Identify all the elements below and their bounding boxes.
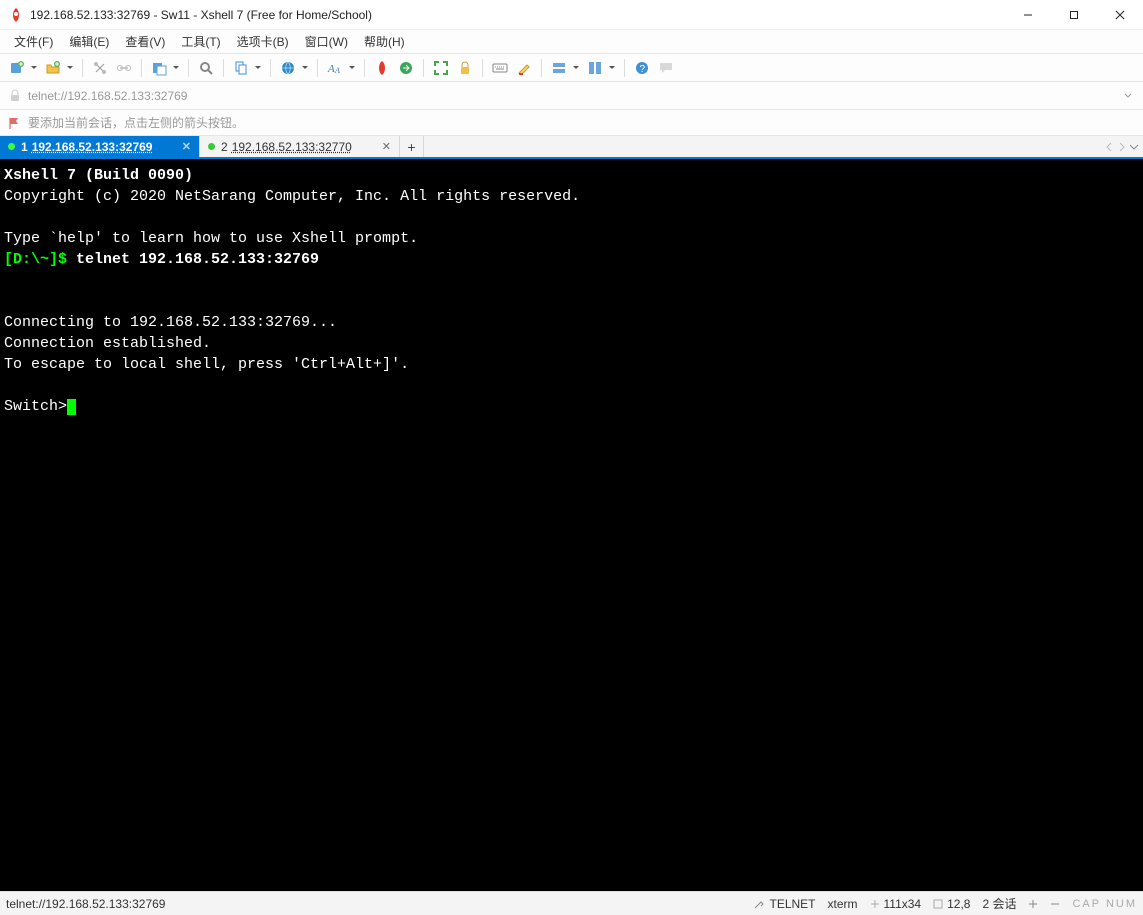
tab-index: 2 (221, 140, 228, 154)
toolbar-separator (141, 59, 142, 77)
toolbar-separator (223, 59, 224, 77)
font-button[interactable]: AA (324, 57, 346, 79)
font-dropdown[interactable] (348, 65, 356, 71)
highlight-button[interactable] (513, 57, 535, 79)
status-size: 111x34 (870, 897, 922, 911)
session-tab-2[interactable]: 2 192.168.52.133:32770 ✕ (200, 136, 400, 157)
close-button[interactable] (1097, 0, 1143, 30)
window-title: 192.168.52.133:32769 - Sw11 - Xshell 7 (… (30, 8, 372, 22)
menu-help[interactable]: 帮助(H) (356, 30, 413, 53)
chat-button[interactable] (655, 57, 677, 79)
minimize-button[interactable] (1005, 0, 1051, 30)
minus-icon (1050, 899, 1060, 909)
svg-text:?: ? (640, 64, 646, 75)
tab-close-button[interactable]: ✕ (182, 140, 191, 153)
toolbar-separator (624, 59, 625, 77)
status-bar: telnet://192.168.52.133:32769 TELNET xte… (0, 891, 1143, 915)
split-vertical-button[interactable] (584, 57, 606, 79)
toolbar-separator (482, 59, 483, 77)
status-dot-icon (8, 143, 15, 150)
toolbar: AA ? (0, 54, 1143, 82)
fullscreen-button[interactable] (430, 57, 452, 79)
hint-bar: 要添加当前会话，点击左侧的箭头按钮。 (0, 110, 1143, 136)
toolbar-separator (82, 59, 83, 77)
status-cursor-pos: 12,8 (933, 897, 970, 911)
size-icon (870, 899, 880, 909)
menu-bar: 文件(F) 编辑(E) 查看(V) 工具(T) 选项卡(B) 窗口(W) 帮助(… (0, 30, 1143, 54)
address-bar[interactable]: telnet://192.168.52.133:32769 (0, 82, 1143, 110)
open-folder-button[interactable] (42, 57, 64, 79)
open-folder-dropdown[interactable] (66, 65, 74, 71)
status-url: telnet://192.168.52.133:32769 (6, 897, 165, 911)
menu-file[interactable]: 文件(F) (6, 30, 61, 53)
cursor-pos-icon (933, 899, 943, 909)
status-dot-icon (208, 143, 215, 150)
flag-icon (8, 116, 22, 130)
properties-dropdown[interactable] (172, 65, 180, 71)
address-dropdown-icon[interactable] (1121, 92, 1135, 100)
tab-label: 192.168.52.133:32770 (232, 140, 352, 154)
find-button[interactable] (195, 57, 217, 79)
split-v-dropdown[interactable] (608, 65, 616, 71)
tab-label: 192.168.52.133:32769 (32, 140, 153, 154)
tab-menu-button[interactable] (1129, 142, 1139, 152)
split-horizontal-button[interactable] (548, 57, 570, 79)
copy-dropdown[interactable] (254, 65, 262, 71)
toolbar-separator (317, 59, 318, 77)
tab-next-button[interactable] (1117, 142, 1127, 152)
disconnect-button[interactable] (113, 57, 135, 79)
plus-icon (1028, 899, 1038, 909)
app-icon (8, 7, 24, 23)
toolbar-separator (270, 59, 271, 77)
status-sessions: 2 会话 (982, 895, 1016, 912)
session-tab-1[interactable]: 1 192.168.52.133:32769 ✕ (0, 136, 200, 157)
menu-view[interactable]: 查看(V) (117, 30, 173, 53)
tab-strip: 1 192.168.52.133:32769 ✕ 2 192.168.52.13… (0, 136, 1143, 159)
hint-text: 要添加当前会话，点击左侧的箭头按钮。 (28, 114, 244, 131)
tab-close-button[interactable]: ✕ (382, 140, 391, 153)
title-bar: 192.168.52.133:32769 - Sw11 - Xshell 7 (… (0, 0, 1143, 30)
properties-button[interactable] (148, 57, 170, 79)
split-h-dropdown[interactable] (572, 65, 580, 71)
toolbar-separator (188, 59, 189, 77)
encoding-dropdown[interactable] (301, 65, 309, 71)
status-term-type: xterm (828, 897, 858, 911)
new-session-button[interactable] (6, 57, 28, 79)
menu-tab[interactable]: 选项卡(B) (229, 30, 297, 53)
plug-icon (753, 898, 765, 910)
copy-button[interactable] (230, 57, 252, 79)
help-button[interactable]: ? (631, 57, 653, 79)
toolbar-separator (423, 59, 424, 77)
toolbar-separator (364, 59, 365, 77)
terminal[interactable]: Xshell 7 (Build 0090)Copyright (c) 2020 … (0, 159, 1143, 891)
menu-edit[interactable]: 编辑(E) (61, 30, 117, 53)
menu-tools[interactable]: 工具(T) (173, 30, 228, 53)
status-plus-button[interactable] (1028, 899, 1038, 909)
tab-prev-button[interactable] (1105, 142, 1115, 152)
lock-icon (8, 89, 22, 103)
svg-text:A: A (334, 66, 340, 75)
menu-window[interactable]: 窗口(W) (297, 30, 356, 53)
keyboard-button[interactable] (489, 57, 511, 79)
tab-index: 1 (21, 140, 28, 154)
status-minus-button[interactable] (1050, 899, 1060, 909)
xftp-button[interactable] (395, 57, 417, 79)
status-indicators: CAP NUM (1072, 898, 1137, 910)
reconnect-button[interactable] (89, 57, 111, 79)
svg-text:A: A (327, 63, 335, 75)
address-url: telnet://192.168.52.133:32769 (28, 89, 187, 103)
add-tab-button[interactable]: + (400, 136, 424, 157)
encoding-button[interactable] (277, 57, 299, 79)
new-session-dropdown[interactable] (30, 65, 38, 71)
toolbar-separator (541, 59, 542, 77)
lock-button[interactable] (454, 57, 476, 79)
status-protocol: TELNET (753, 897, 815, 911)
maximize-button[interactable] (1051, 0, 1097, 30)
xshell-button[interactable] (371, 57, 393, 79)
